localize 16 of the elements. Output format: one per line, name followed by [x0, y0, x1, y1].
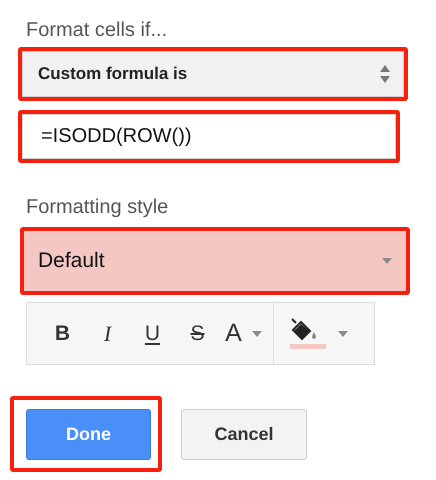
- italic-button[interactable]: I: [85, 314, 130, 354]
- condition-label: Format cells if...: [26, 18, 168, 42]
- caret-icon: [252, 330, 262, 336]
- updown-icon: [379, 64, 391, 84]
- underline-button[interactable]: U: [130, 314, 175, 354]
- text-color-button[interactable]: A: [220, 314, 265, 354]
- paint-bucket-icon: [288, 318, 328, 350]
- strikethrough-button[interactable]: S: [175, 314, 220, 354]
- bold-button[interactable]: B: [40, 314, 85, 354]
- caret-icon: [338, 330, 348, 336]
- style-label: Formatting style: [26, 195, 168, 219]
- condition-select[interactable]: Custom formula is: [22, 51, 404, 97]
- formula-field[interactable]: =ISODD(ROW()): [22, 114, 396, 159]
- style-dropdown[interactable]: Default: [24, 231, 406, 291]
- cancel-button[interactable]: Cancel: [181, 409, 307, 460]
- caret-icon: [382, 258, 392, 264]
